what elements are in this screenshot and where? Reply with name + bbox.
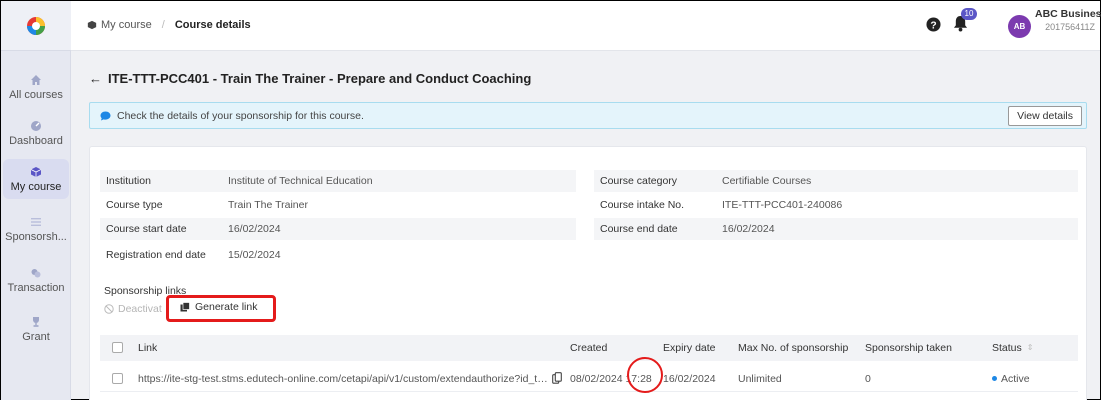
column-max-sponsorship[interactable]: Max No. of sponsorship (738, 342, 848, 354)
cube-icon (87, 20, 97, 30)
sidebar-item-label: My course (10, 180, 62, 193)
back-arrow-icon[interactable]: ← (89, 71, 102, 86)
detail-label: Course start date (106, 223, 187, 235)
breadcrumb-home-label: My course (101, 19, 152, 31)
breadcrumb-separator: / (161, 19, 165, 31)
avatar[interactable]: AB (1008, 15, 1031, 38)
detail-end-date: Course end date 16/02/2024 (594, 218, 1078, 240)
table-row: https://ite-stg-test.stms.edutech-online… (100, 366, 1078, 392)
column-created[interactable]: Created (570, 342, 607, 354)
coins-icon (31, 268, 41, 277)
detail-course-type: Course type Train The Trainer (100, 194, 576, 216)
detail-value: 15/02/2024 (228, 249, 281, 261)
deactivate-label: Deactivat (118, 303, 162, 315)
breadcrumb: My course / Course details (87, 19, 251, 31)
chat-bubble-icon (100, 110, 111, 121)
column-sponsorship-taken[interactable]: Sponsorship taken (865, 342, 952, 354)
table-header: Link Created Expiry date Max No. of spon… (100, 335, 1078, 361)
sort-icon[interactable]: ⇕ (1027, 344, 1034, 352)
sponsorship-taken: 0 (865, 372, 871, 385)
trophy-icon (33, 316, 39, 327)
notice-text: Check the details of your sponsorship fo… (117, 109, 364, 122)
sidebar-item-label: All courses (9, 88, 63, 101)
status-badge: Active (992, 373, 1030, 385)
detail-value: Train The Trainer (228, 199, 308, 211)
detail-registration-end: Registration end date 15/02/2024 (100, 244, 576, 266)
detail-label: Institution (106, 175, 151, 187)
notification-badge: 10 (961, 8, 977, 20)
highlight-circle (627, 357, 663, 393)
column-status[interactable]: Status ⇕ (992, 342, 1033, 354)
detail-label: Course category (600, 175, 678, 187)
user-name: ABC Business (1035, 8, 1101, 20)
detail-intake: Course intake No. ITE-TTT-PCC401-240086 (594, 194, 1078, 216)
detail-label: Registration end date (106, 249, 206, 261)
copy-icon[interactable] (552, 372, 562, 387)
home-icon (31, 74, 41, 85)
ban-icon (104, 304, 114, 314)
breadcrumb-home[interactable]: My course (87, 19, 152, 31)
sidebar-item-transaction[interactable]: Transaction (3, 260, 69, 300)
sidebar-item-sponsorship[interactable]: Sponsorsh... (3, 209, 69, 249)
detail-value: 16/02/2024 (722, 223, 775, 235)
deactivate-button[interactable]: Deactivat (104, 303, 162, 315)
detail-label: Course end date (600, 223, 678, 235)
detail-label: Course intake No. (600, 199, 685, 211)
page-title: ← ITE-TTT-PCC401 - Train The Trainer - P… (89, 71, 531, 86)
sidebar-item-dashboard[interactable]: Dashboard (3, 113, 69, 153)
row-checkbox[interactable] (112, 373, 123, 384)
user-id: 201756411Z (1045, 22, 1095, 32)
detail-value: ITE-TTT-PCC401-240086 (722, 199, 843, 211)
column-status-label: Status (992, 342, 1022, 354)
app-logo[interactable] (1, 1, 71, 51)
dashboard-icon (31, 120, 41, 131)
column-link[interactable]: Link (138, 342, 157, 354)
user-info[interactable]: ABC Business 201756411Z (1035, 8, 1101, 32)
detail-value: 16/02/2024 (228, 223, 281, 235)
link-url[interactable]: https://ite-stg-test.stms.edutech-online… (138, 373, 548, 385)
detail-institution: Institution Institute of Technical Educa… (100, 170, 576, 192)
max-sponsorship: Unlimited (738, 372, 782, 385)
sponsorship-notice: Check the details of your sponsorship fo… (89, 102, 1087, 129)
sidebar-item-label: Transaction (7, 281, 65, 294)
sidebar-item-my-course[interactable]: My course (3, 159, 69, 199)
detail-value: Certifiable Courses (722, 175, 812, 187)
expiry-date: 16/02/2024 (663, 372, 716, 385)
breadcrumb-current: Course details (174, 19, 251, 31)
logo-icon (27, 16, 45, 35)
highlight-box (166, 295, 276, 322)
svg-text:?: ? (930, 20, 936, 31)
select-all-checkbox[interactable] (112, 342, 123, 353)
sidebar-item-label: Dashboard (9, 134, 63, 147)
cube-icon (30, 166, 42, 177)
topbar: My course / Course details ? 10 AB ABC B… (71, 1, 1101, 51)
sidebar-item-label: Grant (22, 330, 50, 343)
detail-category: Course category Certifiable Courses (594, 170, 1078, 192)
detail-label: Course type (106, 199, 163, 211)
sidebar-item-all-courses[interactable]: All courses (3, 67, 69, 107)
view-details-button[interactable]: View details (1008, 106, 1082, 126)
sidebar-item-label: Sponsorsh... (5, 230, 67, 243)
page-title-text: ITE-TTT-PCC401 - Train The Trainer - Pre… (108, 71, 532, 86)
sidebar-item-grant[interactable]: Grant (3, 309, 69, 349)
sidebar: All courses Dashboard My course Sponsors… (1, 1, 71, 400)
detail-value: Institute of Technical Education (228, 175, 373, 187)
course-details-card: Institution Institute of Technical Educa… (89, 146, 1087, 400)
column-expiry[interactable]: Expiry date (663, 342, 716, 354)
status-label: Active (1001, 372, 1030, 385)
list-icon (31, 217, 41, 226)
detail-start-date: Course start date 16/02/2024 (100, 218, 576, 240)
status-dot-icon (992, 376, 997, 382)
help-icon[interactable]: ? (926, 17, 941, 32)
